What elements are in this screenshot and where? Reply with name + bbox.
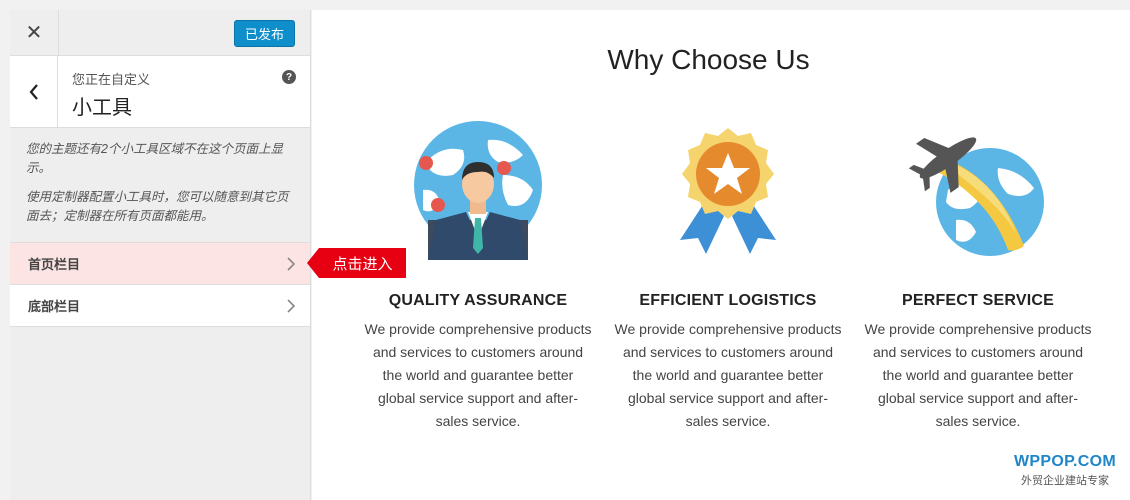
feature-title: QUALITY ASSURANCE bbox=[388, 292, 568, 309]
preview-heading: Why Choose Us bbox=[607, 44, 810, 75]
notice-text: 使用定制器配置小工具时，您可以随意到其它页面去；定制器在所有页面都能用。 bbox=[26, 190, 289, 223]
section-item-label: 底部栏目 bbox=[28, 299, 81, 314]
section-item-home[interactable]: 首页栏目 bbox=[10, 242, 310, 284]
back-button[interactable] bbox=[10, 56, 58, 127]
customizer-sidebar: ✕ 已发布 您正在自定义 小工具 ? 您的主题还有2个小工具区域不在这个页面上显… bbox=[10, 10, 311, 500]
feature-title: EFFICIENT LOGISTICS bbox=[639, 292, 817, 309]
help-icon[interactable]: ? bbox=[282, 70, 296, 84]
callout-arrow bbox=[307, 248, 319, 278]
customizer-topbar: ✕ 已发布 bbox=[10, 10, 310, 56]
brand-watermark: WPPOP.COM 外贸企业建站专家 bbox=[1014, 453, 1116, 488]
site-preview: Why Choose Us QUALITY ASSURANCE We provi… bbox=[312, 10, 1130, 500]
widget-notice: 您的主题还有2个小工具区域不在这个页面上显示。 使用定制器配置小工具时，您可以随… bbox=[10, 128, 310, 242]
panel-header: 您正在自定义 小工具 ? bbox=[10, 56, 310, 128]
publish-button[interactable]: 已发布 bbox=[234, 20, 295, 47]
feature-title: PERFECT SERVICE bbox=[901, 292, 1055, 309]
airplane-globe-icon bbox=[908, 137, 1044, 256]
panel-subtitle: 您正在自定义 bbox=[72, 72, 151, 87]
brand-tagline: 外贸企业建站专家 bbox=[1021, 475, 1109, 487]
feature-text: We provide comprehensive products and se… bbox=[364, 321, 592, 429]
section-item-label: 首页栏目 bbox=[28, 257, 81, 272]
panel-title: 小工具 bbox=[72, 97, 132, 119]
award-medal-icon bbox=[680, 128, 776, 254]
businessman-globe-icon bbox=[414, 121, 542, 260]
chevron-left-icon bbox=[29, 83, 38, 100]
close-icon[interactable]: ✕ bbox=[10, 10, 59, 55]
feature-efficient-logistics: EFFICIENT LOGISTICS We provide comprehen… bbox=[603, 120, 853, 433]
feature-perfect-service: PERFECT SERVICE We provide comprehensive… bbox=[853, 120, 1103, 433]
section-item-footer[interactable]: 底部栏目 bbox=[10, 284, 310, 327]
chevron-right-icon bbox=[287, 299, 296, 313]
chevron-right-icon bbox=[287, 257, 296, 271]
feature-text: We provide comprehensive products and se… bbox=[614, 321, 842, 429]
click-callout: 点击进入 bbox=[319, 248, 406, 278]
brand-name: WPPOP.COM bbox=[1014, 453, 1116, 470]
notice-text: 您的主题还有2个小工具区域不在这个页面上显示。 bbox=[26, 142, 283, 175]
feature-text: We provide comprehensive products and se… bbox=[864, 321, 1092, 429]
